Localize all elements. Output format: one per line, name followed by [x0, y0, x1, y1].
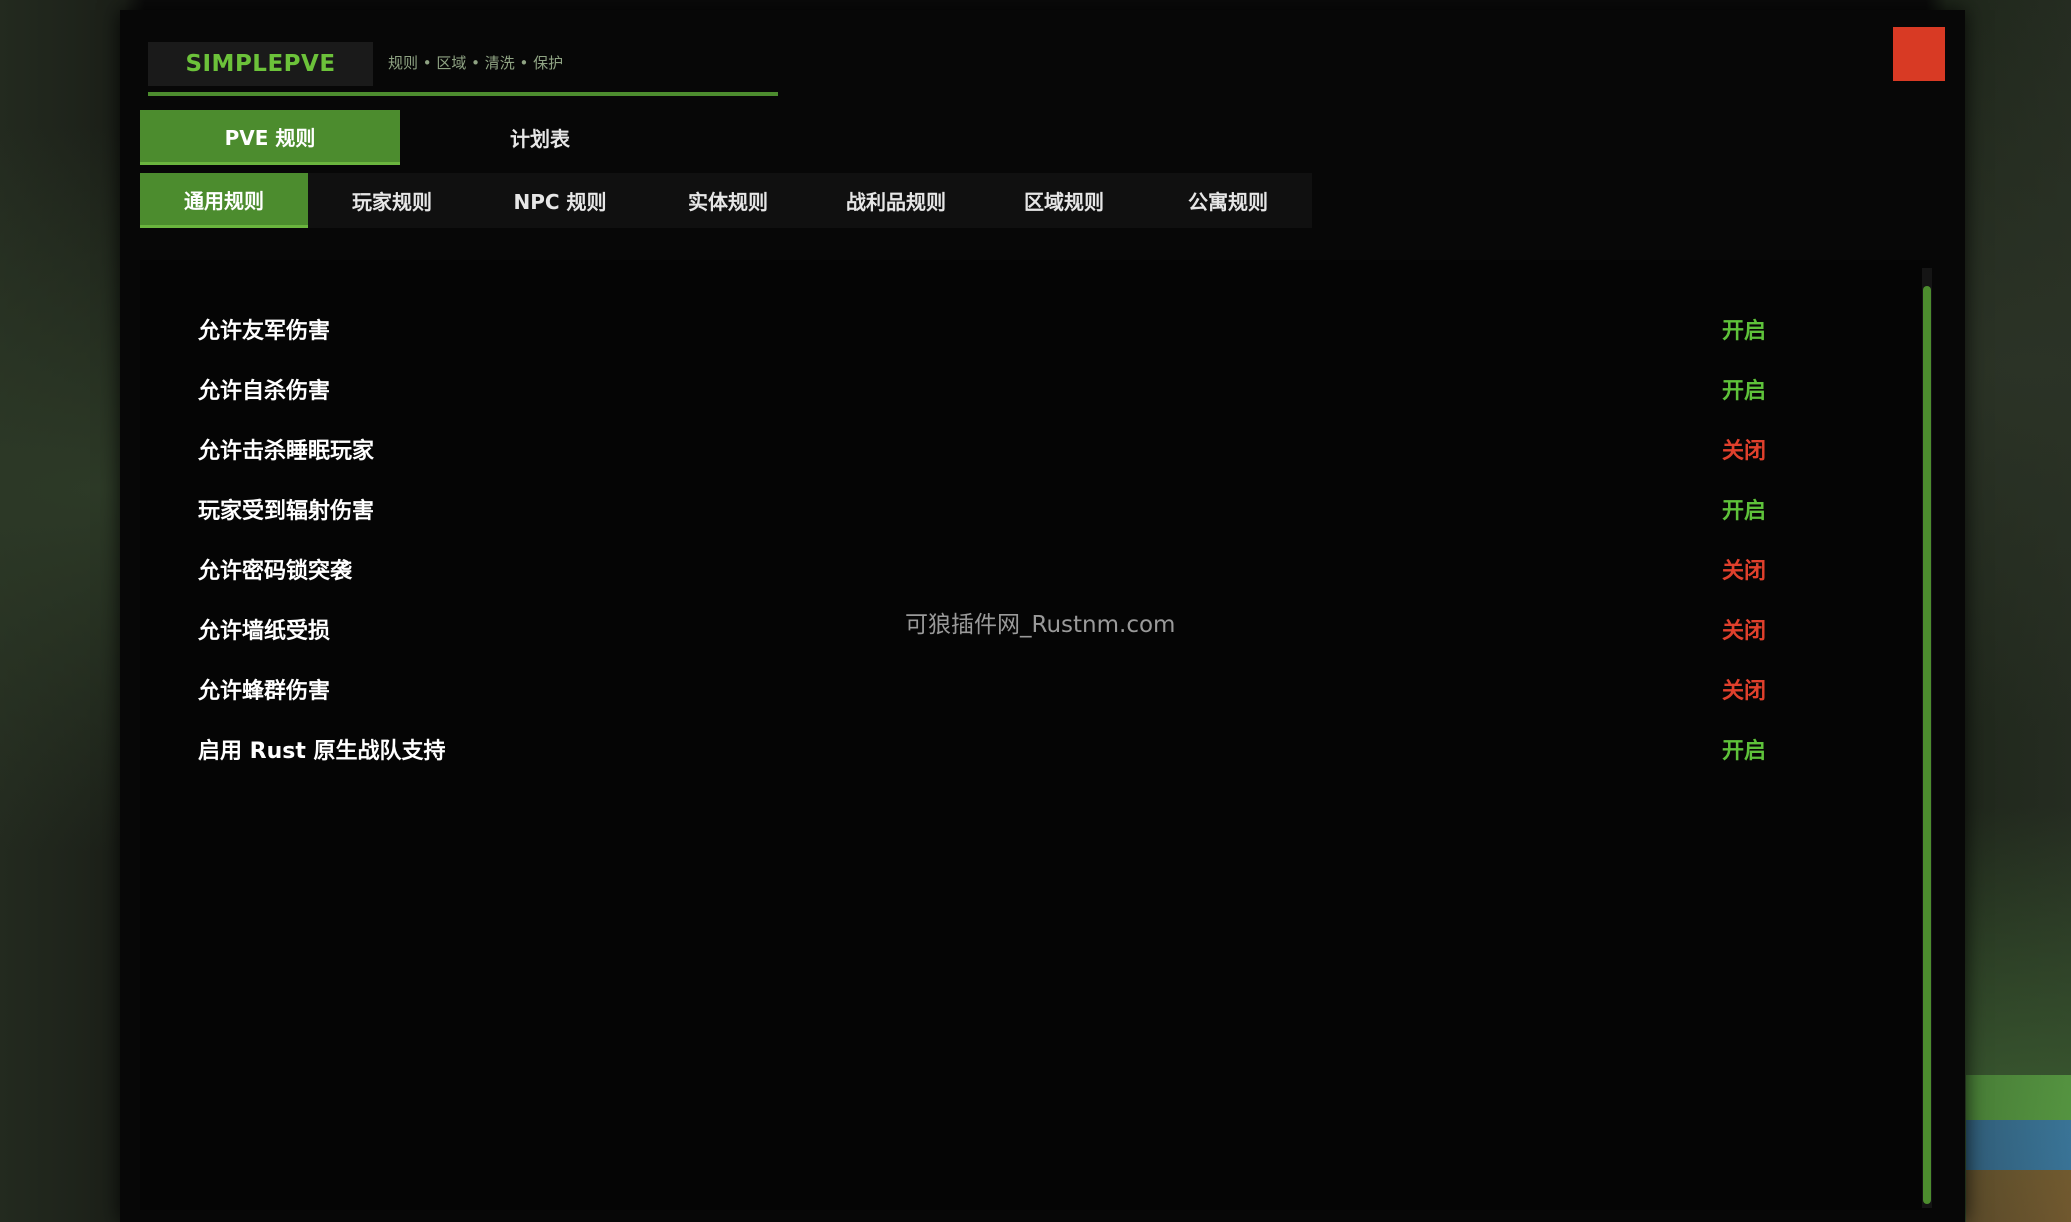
rule-row-friendly-fire[interactable]: 允许友军伤害 开启	[140, 301, 1840, 357]
subtab-loot-rules[interactable]: 战利品规则	[812, 173, 980, 228]
subtab-npc-rules[interactable]: NPC 规则	[476, 173, 644, 228]
rule-toggle-value[interactable]: 开启	[1722, 373, 1766, 405]
subtab-apartment-rules[interactable]: 公寓规则	[1144, 173, 1312, 228]
rule-toggle-value[interactable]: 关闭	[1722, 673, 1766, 705]
rule-toggle-value[interactable]: 开启	[1722, 313, 1766, 345]
rule-toggle-value[interactable]: 关闭	[1722, 613, 1766, 645]
subtab-general-rules[interactable]: 通用规则	[140, 173, 308, 228]
rule-row-swarm-damage[interactable]: 允许蜂群伤害 关闭	[140, 661, 1840, 717]
rule-label: 允许自杀伤害	[198, 379, 331, 404]
background-hud-orange	[1966, 1170, 2071, 1222]
subtab-player-rules[interactable]: 玩家规则	[308, 173, 476, 228]
rule-toggle-value[interactable]: 关闭	[1722, 553, 1766, 585]
rule-toggle-value[interactable]: 关闭	[1722, 433, 1766, 465]
subtab-entity-rules[interactable]: 实体规则	[644, 173, 812, 228]
rule-label: 允许友军伤害	[198, 319, 331, 344]
panel-header: SIMPLEPVE 规则 • 区域 • 清洗 • 保护	[148, 30, 778, 96]
rule-toggle-value[interactable]: 开启	[1722, 493, 1766, 525]
sub-tab-bar: 通用规则 玩家规则 NPC 规则 实体规则 战利品规则 区域规则 公寓规则	[140, 173, 1312, 228]
subtab-zone-rules[interactable]: 区域规则	[980, 173, 1148, 228]
rule-label: 玩家受到辐射伤害	[198, 499, 375, 524]
rule-label: 启用 Rust 原生战队支持	[198, 739, 446, 764]
tab-schedule[interactable]: 计划表	[410, 110, 670, 165]
tab-pve-rules[interactable]: PVE 规则	[140, 110, 400, 165]
close-button[interactable]	[1893, 27, 1945, 81]
rule-row-radiation-damage[interactable]: 玩家受到辐射伤害 开启	[140, 481, 1840, 537]
rule-label: 允许蜂群伤害	[198, 679, 331, 704]
rule-label: 允许密码锁突袭	[198, 559, 353, 584]
header-subtitle: 规则 • 区域 • 清洗 • 保护	[388, 54, 564, 72]
rule-row-codelock-raid[interactable]: 允许密码锁突袭 关闭	[140, 541, 1840, 597]
scrollbar-thumb[interactable]	[1923, 286, 1931, 1204]
rule-label: 允许墙纸受损	[198, 619, 331, 644]
logo: SIMPLEPVE	[148, 42, 373, 86]
rule-row-suicide-damage[interactable]: 允许自杀伤害 开启	[140, 361, 1840, 417]
watermark-text: 可狼插件网_Rustnm.com	[905, 612, 1176, 638]
rule-label: 允许击杀睡眠玩家	[198, 439, 375, 464]
background-hud-green	[1966, 1075, 2071, 1120]
rule-row-native-teams[interactable]: 启用 Rust 原生战队支持 开启	[140, 721, 1840, 777]
rule-row-kill-sleepers[interactable]: 允许击杀睡眠玩家 关闭	[140, 421, 1840, 477]
background-hud-blue	[1966, 1120, 2071, 1170]
rules-list: 允许友军伤害 开启 允许自杀伤害 开启 允许击杀睡眠玩家 关闭 玩家受到辐射伤害…	[140, 260, 1930, 1210]
rule-toggle-value[interactable]: 开启	[1722, 733, 1766, 765]
logo-text: SIMPLEPVE	[185, 51, 336, 77]
